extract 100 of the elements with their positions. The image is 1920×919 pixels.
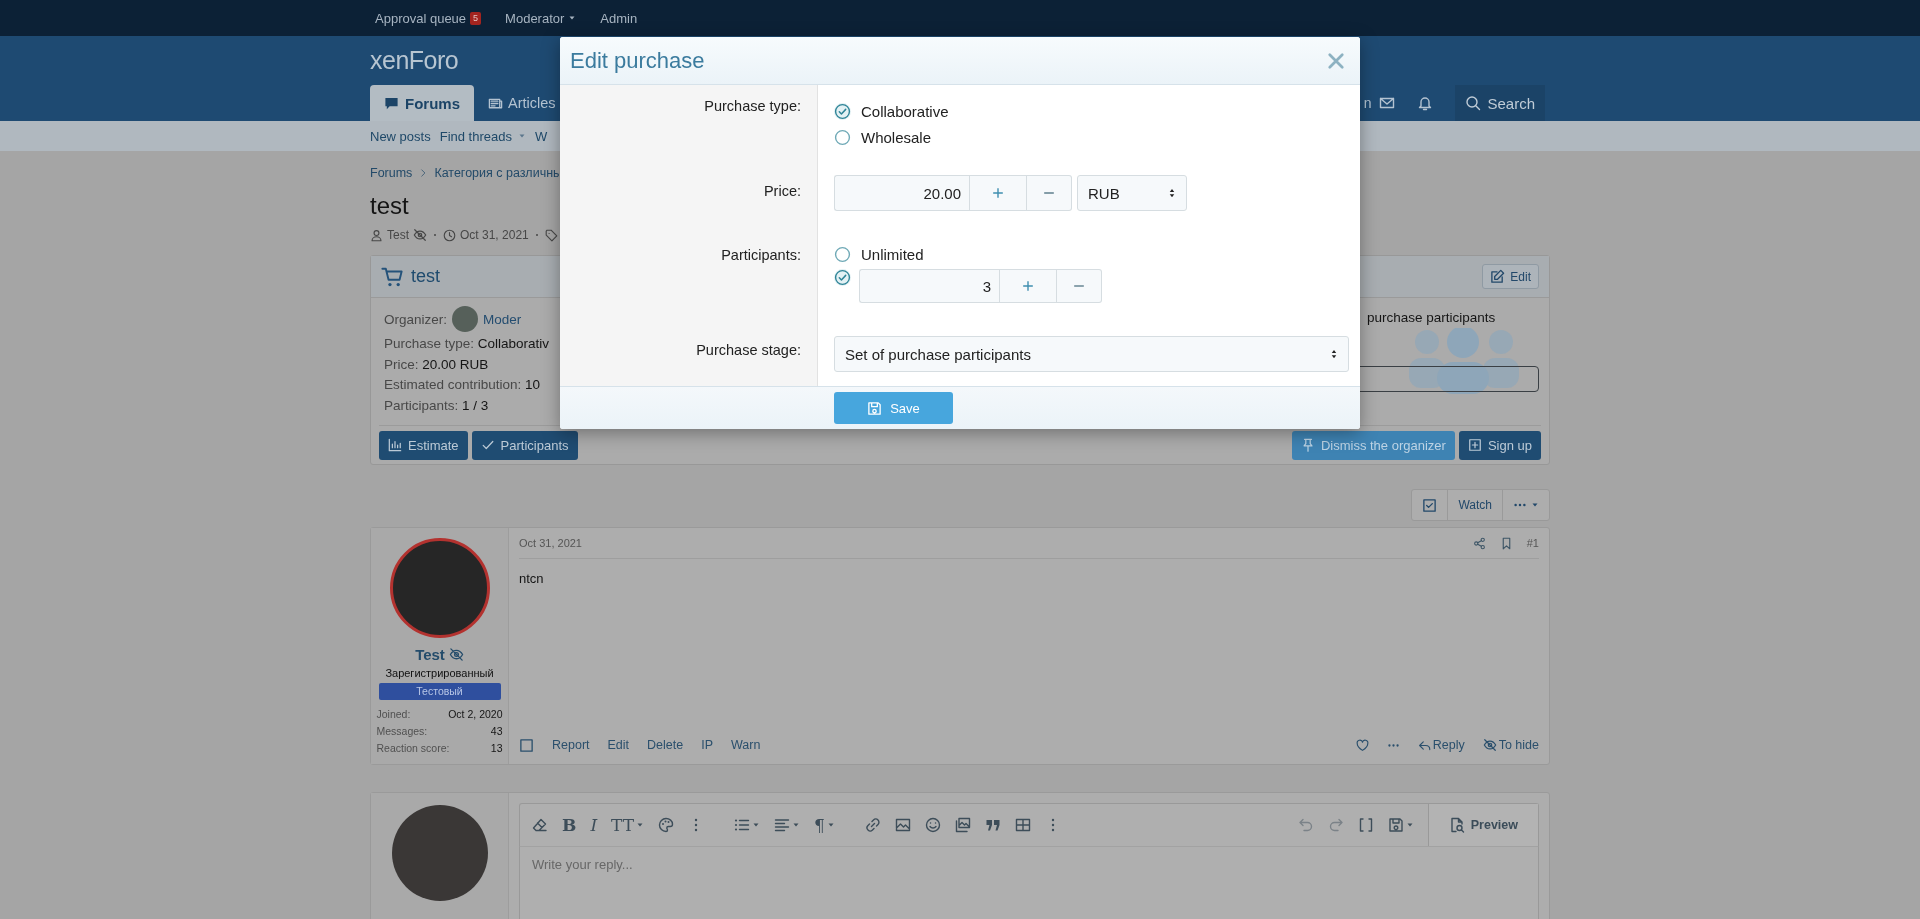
breadcrumb-link[interactable]: Категория с различны: [434, 166, 563, 180]
radio-icon[interactable]: [834, 245, 851, 263]
detail-line: Estimated contribution: 10: [384, 376, 541, 394]
action-button[interactable]: Participants: [471, 430, 578, 460]
bold-button[interactable]: B: [562, 816, 577, 834]
nav-tab[interactable]: Articles: [474, 85, 556, 121]
organizer-link[interactable]: Moder: [483, 311, 522, 327]
currency-select[interactable]: RUB: [1077, 175, 1187, 211]
thread-title: test: [370, 191, 409, 221]
media-icon[interactable]: [954, 817, 971, 833]
eye-slash-icon: [413, 228, 427, 242]
eraser-icon[interactable]: [532, 817, 548, 833]
stage-select[interactable]: Set of purchase participants: [834, 336, 1349, 372]
link-icon[interactable]: [864, 817, 881, 833]
user-banner: Тестовый: [378, 683, 501, 700]
text-size-button[interactable]: TT: [611, 816, 635, 834]
brackets-icon[interactable]: [1357, 817, 1374, 833]
radio-label[interactable]: Collaborative: [861, 102, 949, 120]
plus-icon: [1021, 279, 1035, 293]
checkbox-icon: [1422, 497, 1438, 513]
detail-label: Organizer:: [384, 311, 448, 327]
top-nav-link[interactable]: Moderator: [505, 10, 577, 26]
image-icon[interactable]: [894, 817, 911, 833]
share-icon[interactable]: [1472, 536, 1486, 550]
paragraph-button[interactable]: ¶: [814, 816, 825, 834]
sub-nav-link[interactable]: New posts: [370, 128, 431, 144]
clock-icon: [443, 228, 456, 242]
user-title: Зарегистрированный: [385, 667, 494, 679]
post-action-link[interactable]: Report: [552, 738, 590, 752]
participants-input[interactable]: 3: [859, 269, 999, 303]
breadcrumb-link[interactable]: Forums: [370, 166, 413, 180]
nav-tab[interactable]: Forums: [370, 85, 474, 121]
radio-icon[interactable]: [834, 128, 851, 146]
field-label: Purchase type:: [704, 98, 801, 114]
post-action-link[interactable]: Edit: [607, 738, 630, 752]
stat-value: Oct 2, 2020: [448, 707, 503, 720]
bar-chart-icon: [388, 438, 402, 452]
preview-icon: [1448, 817, 1465, 833]
reply-arrow-icon: [1417, 738, 1431, 752]
price-input[interactable]: 20.00: [834, 175, 969, 211]
action-button[interactable]: Dismiss the organizer: [1291, 430, 1455, 460]
avatar-photo-placeholder: [452, 306, 479, 332]
user-icon: [370, 228, 383, 242]
stat-value: 13: [490, 741, 503, 754]
post-body: ntcn: [519, 571, 545, 586]
smiley-icon[interactable]: [924, 817, 941, 833]
speech-bubble-icon: [384, 95, 399, 111]
checkmark-icon: [480, 438, 495, 452]
username[interactable]: Test: [415, 646, 445, 663]
top-nav-link[interactable]: Approval queue 5: [375, 10, 482, 26]
tag-icon: [544, 228, 558, 242]
plus-icon: [991, 186, 1005, 200]
field-label: Price:: [763, 183, 801, 199]
radio-label[interactable]: Unlimited: [861, 245, 924, 263]
post-action-link[interactable]: IP: [701, 738, 714, 752]
quote-icon[interactable]: [984, 817, 1001, 833]
detail-line: Participants: 1 / 3: [384, 396, 489, 415]
bell-icon[interactable]: [1417, 95, 1434, 111]
site-logo[interactable]: xenForo: [370, 46, 459, 75]
cart-icon: [381, 265, 403, 288]
palette-icon[interactable]: [658, 817, 675, 833]
count-badge: 5: [470, 11, 482, 25]
hide-link[interactable]: To hide: [1482, 738, 1539, 752]
save-button[interactable]: Save: [834, 392, 953, 424]
italic-button[interactable]: I: [590, 816, 598, 834]
edit-icon: [1490, 269, 1506, 284]
detail-line: Price: 20.00 RUB: [384, 355, 489, 374]
reply-input-field[interactable]: Write your reply...: [519, 847, 1539, 919]
top-nav-link[interactable]: Admin: [600, 10, 638, 26]
preview-button[interactable]: Preview: [1427, 804, 1538, 846]
detail-line: Purchase type: Collaborativ: [384, 335, 550, 353]
post-action-link[interactable]: Warn: [731, 738, 761, 752]
sub-nav-link[interactable]: W: [534, 128, 548, 144]
align-text-icon[interactable]: [774, 817, 791, 833]
thread-date: Oct 31, 2021: [460, 228, 529, 242]
field-label: Participants:: [721, 247, 801, 263]
post-number[interactable]: #1: [1526, 537, 1539, 549]
edit-button[interactable]: Edit: [1482, 264, 1539, 289]
post-date[interactable]: Oct 31, 2021: [519, 537, 582, 549]
checkbox-icon[interactable]: [519, 737, 534, 753]
close-icon[interactable]: [1326, 50, 1346, 71]
search-icon: [1465, 95, 1482, 111]
search-button[interactable]: Search: [1455, 85, 1545, 121]
user-name[interactable]: n: [1363, 95, 1372, 111]
eye-slash-icon: [1482, 738, 1497, 752]
radio-label[interactable]: Wholesale: [861, 128, 932, 146]
heart-icon[interactable]: [1355, 738, 1369, 752]
radio-checked-icon[interactable]: [834, 102, 851, 120]
dialog-title: Edit purchase: [570, 47, 705, 74]
bullet-list-icon[interactable]: [734, 817, 751, 833]
reply-link[interactable]: Reply: [1417, 738, 1465, 752]
post-action-link[interactable]: Delete: [647, 738, 684, 752]
stat-label: Messages:: [376, 724, 428, 737]
radio-checked-icon[interactable]: [834, 269, 851, 286]
action-button[interactable]: Sign up: [1458, 430, 1541, 460]
author-name[interactable]: Test: [387, 228, 409, 242]
envelope-icon[interactable]: [1379, 95, 1396, 111]
action-button[interactable]: Estimate: [379, 430, 468, 460]
table-icon[interactable]: [1014, 817, 1031, 833]
sub-nav-link[interactable]: Find threads: [439, 128, 526, 144]
